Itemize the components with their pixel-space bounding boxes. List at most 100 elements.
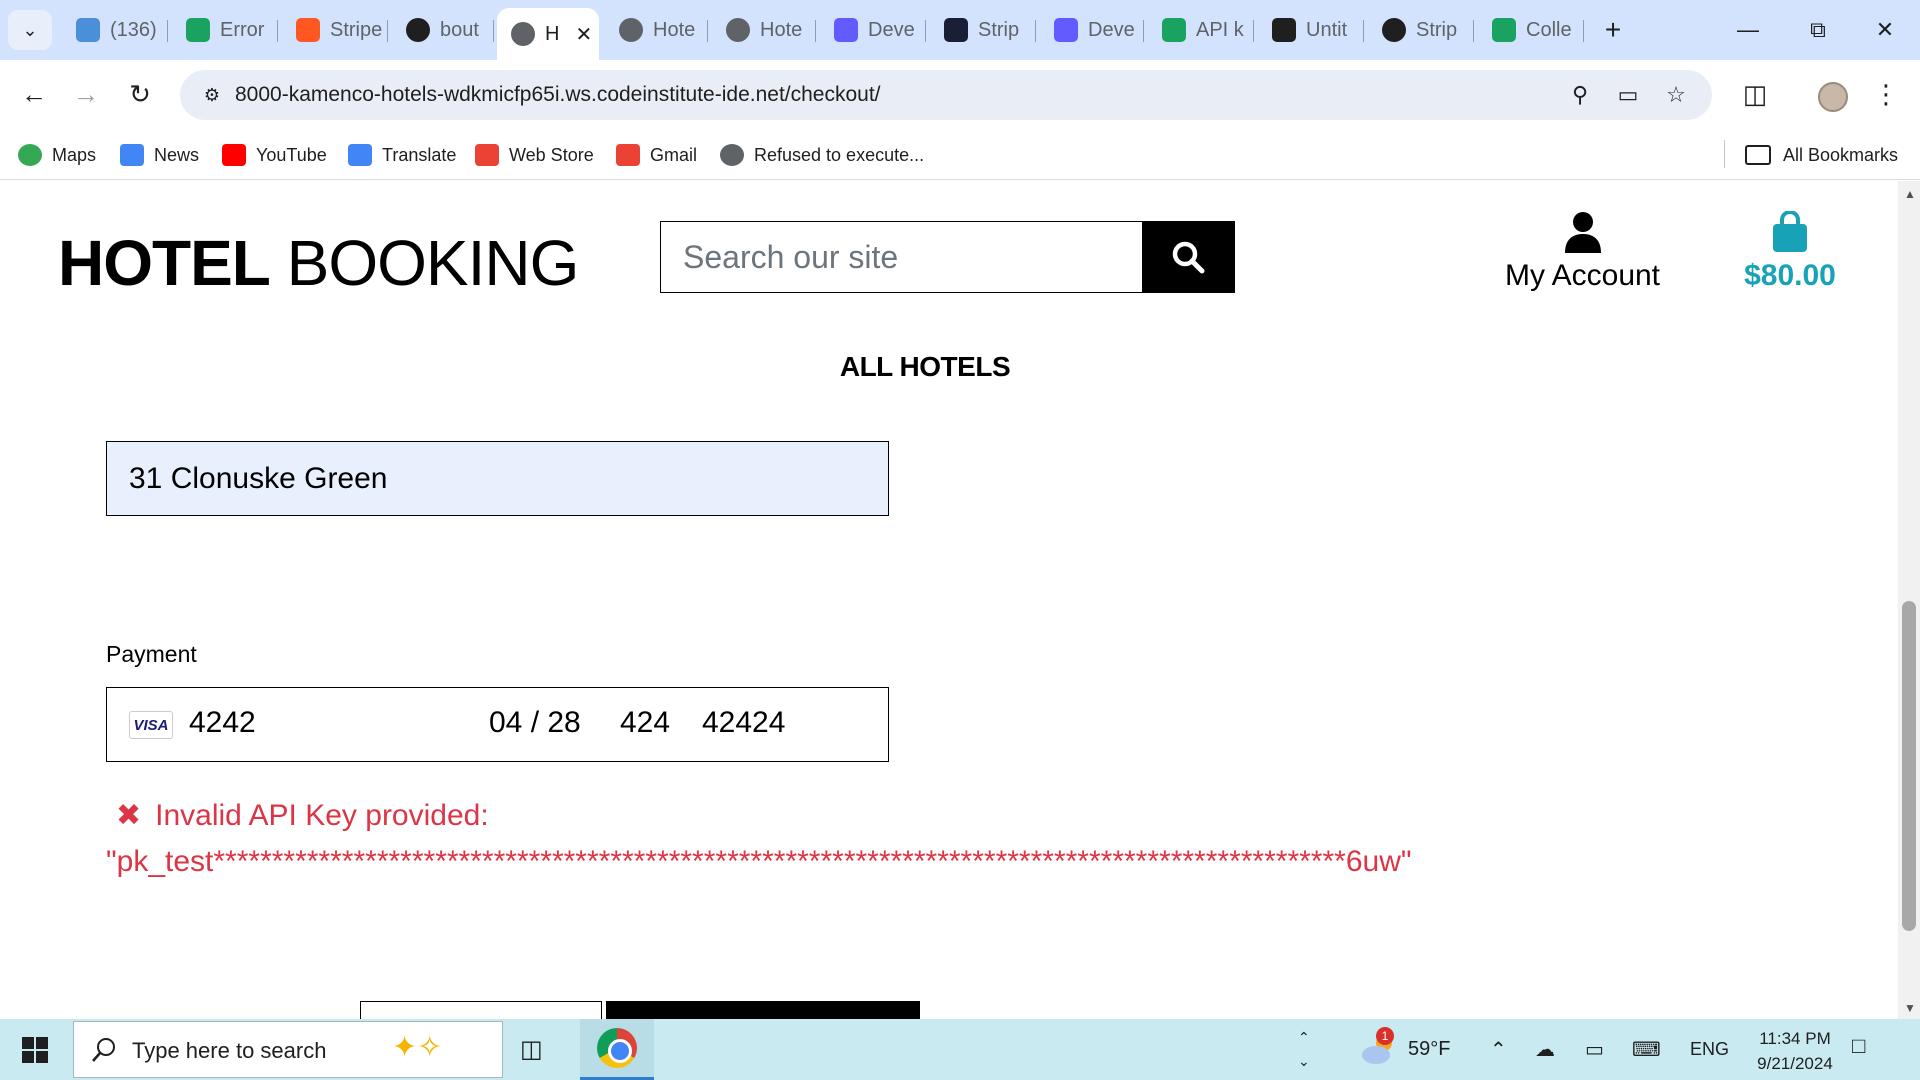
taskbar-search-box[interactable]: Type here to search ✦✧ [73,1021,503,1078]
browser-tab[interactable]: (136) [62,10,168,50]
scroll-down-arrow-icon[interactable]: ▼ [1904,1001,1916,1015]
tab-separator [1363,20,1364,42]
browser-tab[interactable]: Hote [712,10,816,50]
tab-title: Deve [868,18,915,41]
bookmark-item[interactable]: Web Store [475,138,594,172]
tab-separator [387,20,388,42]
forward-icon[interactable]: → [66,74,106,114]
card-error-message: ✖ Invalid API Key provided: "pk_test*****… [106,793,1506,885]
scroll-up-arrow-icon[interactable]: ▲ [1904,187,1916,201]
error-x-icon: ✖ [116,799,142,832]
site-logo[interactable]: HOTEL BOOKING [58,226,579,300]
bookmark-item[interactable]: YouTube [222,138,327,172]
bookmark-label: YouTube [256,144,327,165]
bookmark-item[interactable]: Translate [348,138,456,172]
browser-tab[interactable]: Strip [1368,10,1474,50]
zoom-icon[interactable]: ⚲ [1565,80,1595,110]
d-icon [1272,18,1296,42]
site-info-icon[interactable]: ⚙ [196,79,228,111]
new-tab-button[interactable]: + [1595,10,1631,50]
card-expiry-field[interactable]: 04 / 28 [489,706,581,740]
card-number-field[interactable]: 4242 [189,706,256,740]
tab-search-chevron-icon[interactable]: ⌄ [8,10,52,50]
openai-icon [1382,18,1406,42]
gmail-icon [616,144,640,166]
taskbar-search-placeholder: Type here to search [132,1038,327,1063]
chrome-taskbar-button[interactable] [580,1019,654,1080]
bookmarks-bar: Maps News YouTube Translate Web Store Gmail Re… [0,130,1920,180]
tab-separator [1583,20,1584,42]
tab-separator [1143,20,1144,42]
site-search-input[interactable] [661,222,1142,292]
bookmark-item[interactable]: Maps [18,138,96,172]
browser-tab[interactable]: Untit [1258,10,1364,50]
page-viewport: HOTEL BOOKING My Account $80.00 ALL HOTE… [0,181,1898,1019]
my-account-label: My Account [1504,259,1661,292]
browser-tab[interactable]: API k [1148,10,1254,50]
s-dark-icon [944,18,968,42]
battery-icon[interactable]: ▭ [1585,1034,1604,1064]
browser-tab[interactable]: Deve [1040,10,1144,50]
site-search-button[interactable] [1142,222,1234,292]
complete-order-button[interactable] [606,1001,920,1019]
bookmark-label: Gmail [650,144,698,165]
page-scrollbar[interactable]: ▲ ▼ [1898,181,1920,1019]
close-tab-icon[interactable]: ✕ [575,22,592,47]
bookmark-item[interactable]: Refused to execute... [720,138,924,172]
browser-tab[interactable]: H ✕ [497,8,599,60]
translate-icon [348,144,372,166]
payment-label: Payment [106,641,197,667]
browser-tab[interactable]: bout [392,10,494,50]
url-text[interactable]: 8000-kamenco-hotels-wdkmicfp65i.ws.codei… [235,83,881,107]
shopping-bag-link[interactable]: $80.00 [1735,211,1845,293]
nav-all-hotels[interactable]: ALL HOTELS [0,351,1850,383]
taskbar-scroll-chevrons-icon[interactable]: ⌃ ⌄ [1298,1025,1310,1073]
browser-tab[interactable]: Hote [605,10,708,50]
card-element[interactable]: VISA 4242 04 / 28 424 42424 [106,687,889,762]
scrollbar-thumb[interactable] [1902,601,1916,931]
globe-icon [619,18,643,42]
my-account-link[interactable]: My Account [1495,211,1670,293]
system-clock[interactable]: 11:34 PM 9/21/2024 [1740,1026,1850,1076]
show-hidden-icons-icon[interactable]: ⌃ [1490,1034,1507,1064]
back-icon[interactable]: ← [14,74,54,114]
tab-title: Strip [1416,18,1458,41]
profile-avatar[interactable] [1818,82,1848,112]
bookmark-item[interactable]: Gmail [616,138,697,172]
bookmark-star-icon[interactable]: ☆ [1661,80,1691,110]
github-icon [406,18,430,42]
browser-tab[interactable]: Error [172,10,278,50]
browser-tab[interactable]: Deve [820,10,926,50]
extensions-icon[interactable]: ◫ [1735,74,1775,114]
adjust-bag-button[interactable] [360,1001,602,1019]
onedrive-error-icon[interactable]: ☁ [1535,1034,1555,1064]
search-icon [92,1038,115,1062]
card-zip-field[interactable]: 42424 [702,706,785,740]
weather-temperature[interactable]: 59°F [1408,1038,1450,1061]
s-green-icon [186,18,210,42]
windows-start-button[interactable] [0,1019,70,1080]
browser-tab[interactable]: Strip [930,10,1036,50]
restore-icon[interactable]: ⧉ [1788,10,1848,50]
tab-separator [493,20,494,42]
menu-kebab-icon[interactable]: ⋮ [1866,74,1906,114]
keyboard-icon[interactable]: ⌨ [1632,1034,1661,1064]
notifications-icon[interactable]: □ [1852,1033,1886,1065]
task-view-icon[interactable]: ◫ [520,1035,560,1065]
chrome-icon [597,1028,637,1068]
address-bar[interactable]: ⚙ 8000-kamenco-hotels-wdkmicfp65i.ws.cod… [180,70,1712,120]
tab-title: H [545,22,560,45]
tab-separator [277,20,278,42]
close-window-icon[interactable]: ✕ [1855,10,1915,50]
card-cvc-field[interactable]: 424 [620,706,670,740]
minimize-icon[interactable]: — [1718,10,1778,50]
bookmark-item[interactable]: News [120,138,199,172]
card-icon[interactable]: ▭ [1613,80,1643,110]
all-bookmarks-button[interactable]: All Bookmarks [1745,138,1898,172]
browser-tab[interactable]: Stripe [282,10,388,50]
browser-tab[interactable]: Colle [1478,10,1584,50]
reload-icon[interactable]: ↻ [120,74,160,114]
street-address-input[interactable]: 31 Clonuske Green [106,441,889,516]
tab-title: Error [220,18,265,41]
language-indicator[interactable]: ENG [1690,1034,1729,1064]
